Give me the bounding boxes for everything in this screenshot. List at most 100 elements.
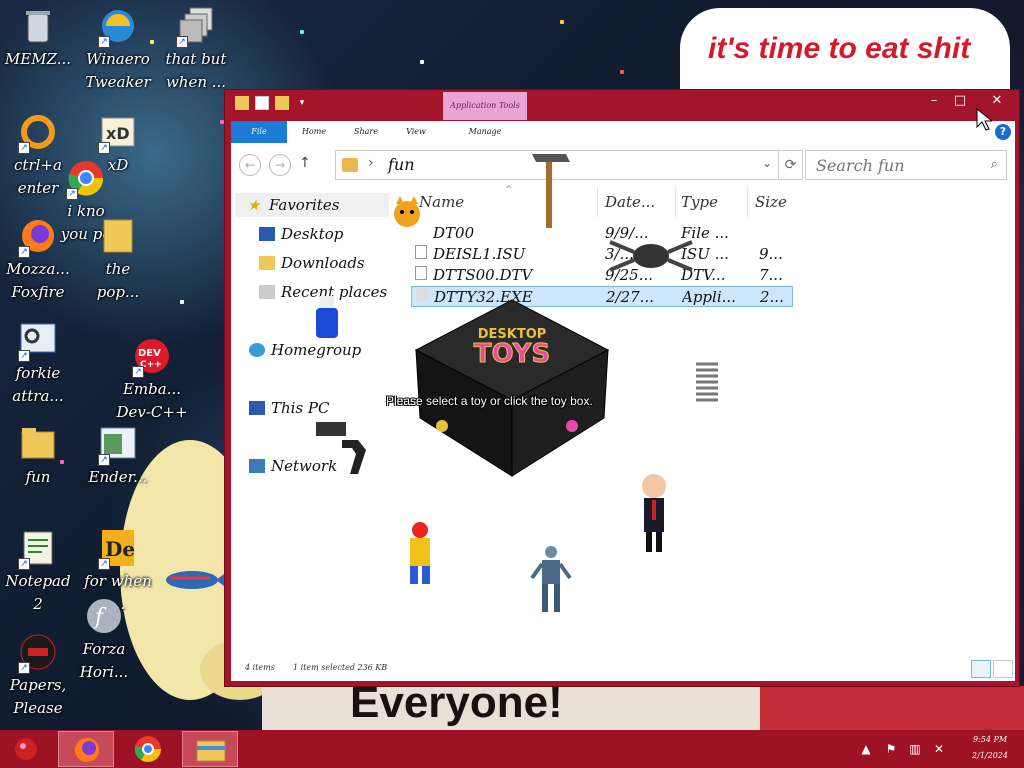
- winaero-icon: ↗: [98, 6, 138, 48]
- ring-icon: ↗: [18, 112, 58, 154]
- spider-robot-sprite[interactable]: [606, 236, 696, 276]
- network-icon[interactable]: ▥: [906, 730, 924, 768]
- start-button[interactable]: [2, 731, 58, 767]
- column-header-type[interactable]: Type: [681, 193, 718, 215]
- title-bar[interactable]: ▾ Application Tools – □ ✕: [225, 90, 1019, 120]
- desktop-icon-forkie[interactable]: ↗ forkie attra...: [0, 320, 76, 408]
- desktop-icon-notepad2[interactable]: ↗ Notepad 2: [0, 528, 76, 616]
- sort-ascending-icon: ^: [505, 185, 513, 195]
- properties-icon[interactable]: [255, 96, 269, 110]
- pill-bottle-sprite[interactable]: [310, 292, 344, 344]
- settings-window-icon: ↗: [18, 320, 58, 362]
- speech-bubble-text: it's time to eat shit: [708, 32, 971, 65]
- desktop-icon-memz[interactable]: MEMZ...: [0, 6, 76, 71]
- refresh-button[interactable]: ⟳: [779, 150, 803, 180]
- up-arrow-icon[interactable]: ↑: [299, 155, 315, 175]
- tab-manage[interactable]: Manage: [443, 121, 527, 143]
- svg-text:xD: xD: [106, 124, 130, 143]
- toy-box-title: TOYS: [474, 339, 550, 369]
- maximize-button[interactable]: □: [947, 90, 973, 112]
- desktop-icon-the-pop[interactable]: the pop...: [80, 216, 156, 304]
- nav-item-downloads[interactable]: Downloads: [259, 251, 365, 275]
- volume-muted-icon[interactable]: ✕: [930, 730, 948, 768]
- clown-sprite[interactable]: [404, 520, 436, 586]
- dependency-walker-icon: De ↗: [98, 528, 138, 570]
- homegroup-icon: [249, 343, 265, 357]
- column-header-date[interactable]: Date...: [605, 193, 655, 215]
- show-hidden-icons-icon[interactable]: ▲: [858, 730, 874, 768]
- folder-icon: [196, 740, 226, 762]
- chrome-icon: [134, 736, 162, 763]
- search-box[interactable]: ⌕: [805, 150, 1007, 180]
- file-icon: [415, 266, 427, 280]
- hammer-icon[interactable]: [528, 150, 572, 230]
- address-row: ← → ↑ › fun ⌄ ⟳ ⌕: [231, 147, 1015, 183]
- chevron-down-icon[interactable]: ▾: [295, 96, 309, 110]
- tab-share[interactable]: Share: [341, 121, 391, 143]
- file-row[interactable]: DTTS00.DTV 9/25... DTV... 7...: [411, 265, 793, 286]
- address-path: fun: [388, 155, 415, 174]
- folder-icon[interactable]: [235, 96, 249, 110]
- claw-sprite[interactable]: [312, 416, 372, 480]
- fish-sprite: [166, 571, 228, 589]
- column-divider[interactable]: [597, 187, 598, 217]
- status-bar: 4 items 1 item selected 236 KB: [231, 657, 1015, 681]
- folder-icon: [18, 424, 58, 464]
- nav-item-desktop[interactable]: Desktop: [259, 222, 343, 246]
- cat-sprite[interactable]: [390, 194, 424, 236]
- hxd-icon: xD ↗: [98, 112, 138, 154]
- nav-item-favorites[interactable]: ★ Favorites: [235, 193, 389, 217]
- desktop-icon-fun[interactable]: fun: [0, 424, 76, 489]
- help-button[interactable]: ?: [995, 124, 1011, 140]
- desktop-icon-winaero[interactable]: ↗ Winaero Tweaker: [80, 6, 156, 94]
- notepad2-icon: ↗: [18, 528, 58, 570]
- nav-item-homegroup[interactable]: Homegroup: [249, 338, 361, 362]
- explorer-window: ▾ Application Tools – □ ✕ File Home Shar…: [224, 89, 1020, 687]
- flag-icon[interactable]: ⚑: [882, 730, 900, 768]
- tab-home[interactable]: Home: [289, 121, 339, 143]
- computer-icon: [249, 401, 265, 415]
- details-view-button[interactable]: [971, 660, 991, 678]
- file-row[interactable]: DEISL1.ISU 3/... ISU ... 9...: [411, 244, 793, 265]
- toy-box[interactable]: DESKTOP TOYS: [412, 296, 612, 480]
- column-header-size[interactable]: Size: [755, 193, 787, 215]
- desktop-icon-that-but[interactable]: ↗ that but when ...: [158, 6, 234, 94]
- stacked-windows-icon: ↗: [176, 6, 216, 48]
- mouse-cursor: [976, 108, 992, 131]
- taskbar-file-explorer[interactable]: [182, 731, 238, 767]
- column-header-name[interactable]: Name: [419, 193, 464, 215]
- desktop-icon: [259, 227, 275, 241]
- minimize-button[interactable]: –: [921, 90, 947, 112]
- toy-box-message: Please select a toy or click the toy box…: [386, 394, 593, 408]
- chevron-right-icon[interactable]: ›: [368, 155, 374, 171]
- tab-view[interactable]: View: [393, 121, 439, 143]
- search-input[interactable]: [816, 152, 986, 178]
- chevron-down-icon[interactable]: ⌄: [762, 156, 772, 170]
- forward-button[interactable]: →: [269, 154, 291, 176]
- devcpp-icon: DEV C++ ↗: [132, 336, 172, 378]
- robot-sprite[interactable]: [530, 544, 572, 614]
- clock[interactable]: 9:54 PM 2/1/2024: [962, 732, 1018, 764]
- spring-sprite[interactable]: [690, 358, 724, 410]
- businessman-sprite[interactable]: [636, 470, 672, 556]
- taskbar: ▲ ⚑ ▥ ✕ 9:54 PM 2/1/2024: [0, 730, 1024, 768]
- chrome-icon: ↗: [66, 158, 106, 200]
- taskbar-chrome[interactable]: [120, 731, 176, 767]
- back-button[interactable]: ←: [239, 154, 261, 176]
- desktop-icon-ender[interactable]: ↗ Ender...: [80, 424, 156, 489]
- desktop-icon-papers-please[interactable]: ↗ Papers, Please: [0, 632, 76, 720]
- status-selection: 1 item selected 236 KB: [293, 663, 388, 672]
- file-icon: [415, 245, 427, 259]
- desktop-icon-forza[interactable]: f Forza Hori...: [66, 596, 142, 684]
- contextual-tab-application-tools: Application Tools: [443, 92, 527, 120]
- search-icon[interactable]: ⌕: [991, 157, 998, 172]
- new-folder-icon[interactable]: [275, 96, 289, 110]
- taskbar-firefox[interactable]: [58, 731, 114, 767]
- recent-places-icon: [259, 285, 275, 299]
- column-divider[interactable]: [747, 187, 748, 217]
- desktop-icon-devcpp[interactable]: DEV C++ ↗ Emba... Dev-C++: [114, 336, 190, 424]
- tab-file[interactable]: File: [231, 121, 287, 143]
- column-divider[interactable]: [675, 187, 676, 217]
- large-icons-view-button[interactable]: [993, 660, 1013, 678]
- file-row[interactable]: DT00 9/9/... File ...: [411, 223, 793, 244]
